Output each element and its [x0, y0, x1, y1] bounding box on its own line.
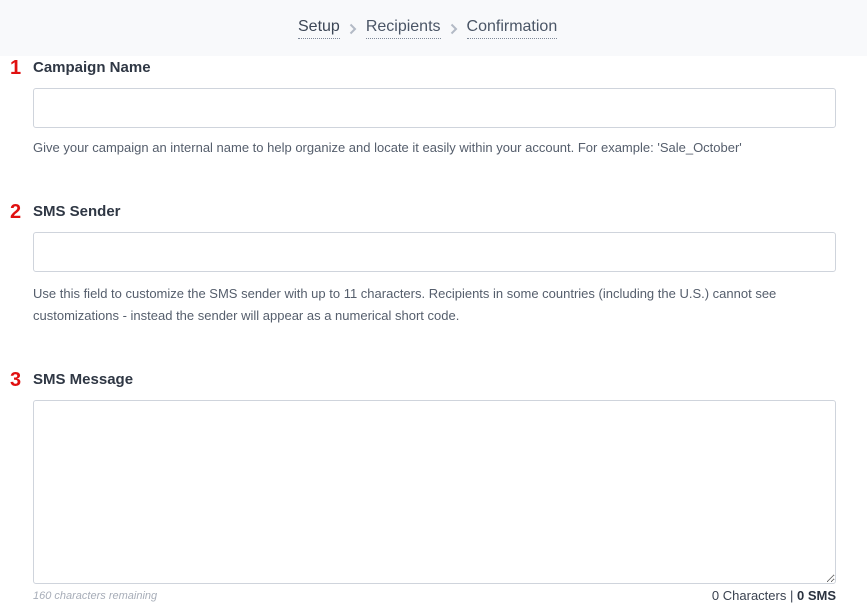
- campaign-name-help: Give your campaign an internal name to h…: [33, 140, 742, 155]
- breadcrumb: Setup Recipients Confirmation: [298, 17, 558, 39]
- chevron-right-icon: [441, 20, 467, 36]
- characters-remaining: 160 characters remaining: [33, 590, 158, 602]
- counter-separator: |: [789, 588, 794, 603]
- step-confirmation[interactable]: Confirmation: [466, 17, 558, 39]
- campaign-name-label: Campaign Name: [33, 59, 151, 76]
- step-number-2: 2: [10, 201, 22, 223]
- step-number-3: 3: [10, 369, 22, 391]
- step-setup[interactable]: Setup: [298, 17, 340, 39]
- sms-message-textarea[interactable]: [33, 400, 836, 584]
- step-recipients[interactable]: Recipients: [365, 17, 441, 39]
- chevron-right-icon: [340, 20, 366, 36]
- sms-sender-label: SMS Sender: [33, 203, 121, 220]
- steps-bar: Setup Recipients Confirmation: [0, 0, 867, 56]
- message-counter: 0 Characters | 0 SMS: [712, 588, 836, 603]
- sms-sender-help: Use this field to customize the SMS send…: [33, 286, 777, 323]
- sms-sender-input[interactable]: [33, 232, 836, 272]
- sms-count: 0 SMS: [796, 588, 836, 603]
- campaign-name-input[interactable]: [33, 88, 836, 128]
- sms-message-label: SMS Message: [33, 371, 134, 388]
- character-count: 0 Characters: [711, 588, 787, 603]
- step-number-1: 1: [10, 57, 22, 79]
